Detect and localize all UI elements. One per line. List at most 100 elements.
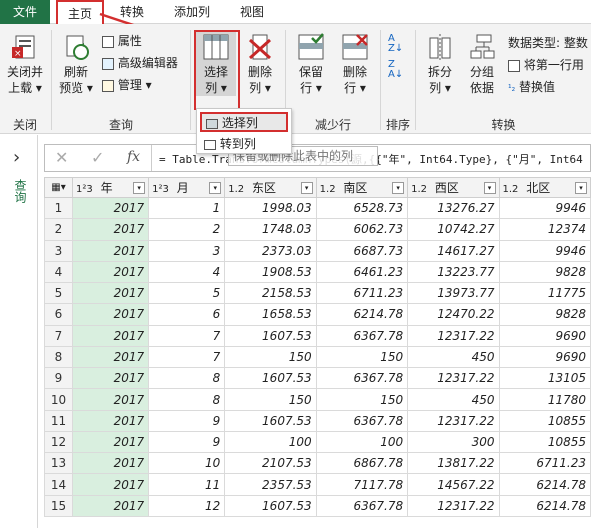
column-type-icon[interactable]: 1²3	[152, 184, 169, 195]
table-menu-icon[interactable]: ▦▾	[44, 177, 73, 198]
table-cell[interactable]: 2017	[71, 430, 150, 454]
table-cell[interactable]: 100	[315, 430, 409, 454]
filter-dropdown-icon[interactable]: ▾	[209, 182, 222, 194]
table-cell[interactable]: 13817.22	[407, 452, 500, 475]
column-header[interactable]: 1.2 东区 ▾	[224, 177, 317, 198]
table-cell[interactable]: 2017	[71, 452, 150, 475]
table-cell[interactable]: 3	[148, 239, 226, 262]
table-cell[interactable]: 2017	[71, 324, 150, 347]
remove-rows-button[interactable]: 删除 行 ▾	[334, 32, 376, 96]
row-number[interactable]: 14	[44, 473, 73, 496]
table-cell[interactable]: 1658.53	[224, 303, 317, 326]
row-number[interactable]: 2	[44, 218, 73, 241]
table-cell[interactable]: 9946	[498, 239, 591, 262]
row-number[interactable]: 5	[44, 282, 73, 305]
table-cell[interactable]: 12	[148, 494, 226, 518]
filter-dropdown-icon[interactable]: ▾	[392, 182, 405, 194]
table-cell[interactable]: 6528.73	[315, 196, 409, 220]
table-cell[interactable]: 12317.22	[407, 409, 500, 432]
table-cell[interactable]: 12470.22	[407, 303, 500, 326]
column-type-icon[interactable]: 1.2	[411, 184, 427, 195]
table-cell[interactable]: 11775	[498, 282, 591, 305]
table-cell[interactable]: 14567.22	[407, 473, 500, 496]
table-cell[interactable]: 8	[148, 367, 226, 390]
column-header[interactable]: 1.2 西区 ▾	[407, 177, 500, 198]
table-cell[interactable]: 13223.77	[407, 260, 500, 284]
table-cell[interactable]: 6687.73	[315, 239, 409, 262]
table-cell[interactable]: 1607.53	[224, 367, 317, 390]
expand-pane-icon[interactable]: ›	[13, 147, 20, 168]
replace-values-button[interactable]: ¹₂ 替换值	[508, 78, 555, 96]
table-cell[interactable]: 2357.53	[224, 473, 317, 496]
row-number[interactable]: 1	[44, 196, 73, 220]
properties-button[interactable]: 属性	[102, 32, 142, 50]
table-cell[interactable]: 6062.73	[315, 218, 409, 241]
column-type-icon[interactable]: 1²3	[76, 184, 93, 195]
table-cell[interactable]: 10	[148, 452, 226, 475]
table-cell[interactable]: 2	[148, 218, 226, 241]
column-header[interactable]: 1.2 南区 ▾	[315, 177, 409, 198]
manage-button[interactable]: 管理 ▾	[102, 76, 152, 94]
row-number[interactable]: 11	[44, 409, 73, 432]
table-cell[interactable]: 6367.78	[315, 324, 409, 347]
table-cell[interactable]: 2017	[71, 345, 150, 369]
table-cell[interactable]: 2017	[71, 367, 150, 390]
column-header[interactable]: 1.2 北区 ▾	[498, 177, 591, 198]
table-cell[interactable]: 2017	[71, 473, 150, 496]
confirm-formula-icon[interactable]: ✓	[91, 148, 104, 167]
table-cell[interactable]: 1607.53	[224, 494, 317, 518]
table-cell[interactable]: 12317.22	[407, 367, 500, 390]
table-cell[interactable]: 6711.23	[498, 452, 591, 475]
table-cell[interactable]: 2158.53	[224, 282, 317, 305]
table-cell[interactable]: 1607.53	[224, 409, 317, 432]
column-type-icon[interactable]: 1.2	[503, 184, 519, 195]
table-cell[interactable]: 2017	[71, 494, 150, 518]
table-cell[interactable]: 9828	[498, 260, 591, 284]
table-cell[interactable]: 10742.27	[407, 218, 500, 241]
table-cell[interactable]: 6367.78	[315, 409, 409, 432]
table-cell[interactable]: 12374	[498, 218, 591, 241]
table-cell[interactable]: 1748.03	[224, 218, 317, 241]
table-cell[interactable]: 7117.78	[315, 473, 409, 496]
table-cell[interactable]: 450	[407, 345, 500, 369]
dropdown-item-choose-columns[interactable]: 选择列	[200, 112, 288, 132]
use-first-row-as-headers-button[interactable]: 将第一行用	[508, 56, 584, 74]
table-cell[interactable]: 6214.78	[498, 494, 591, 518]
sort-ascending-icon[interactable]: A Z↓	[388, 34, 403, 54]
column-header[interactable]: 1²3 年 ▾	[71, 177, 150, 198]
advanced-editor-button[interactable]: 高级编辑器	[102, 54, 178, 72]
keep-rows-button[interactable]: 保留 行 ▾	[290, 32, 332, 96]
row-number[interactable]: 6	[44, 303, 73, 326]
table-cell[interactable]: 6461.23	[315, 260, 409, 284]
table-cell[interactable]: 9690	[498, 324, 591, 347]
filter-dropdown-icon[interactable]: ▾	[133, 182, 146, 194]
table-cell[interactable]: 300	[407, 430, 500, 454]
table-cell[interactable]: 9	[148, 430, 226, 454]
table-cell[interactable]: 7	[148, 324, 226, 347]
table-cell[interactable]: 100	[224, 430, 317, 454]
filter-dropdown-icon[interactable]: ▾	[575, 182, 587, 194]
table-cell[interactable]: 1998.03	[224, 196, 317, 220]
column-type-icon[interactable]: 1.2	[320, 184, 336, 195]
table-cell[interactable]: 1607.53	[224, 324, 317, 347]
table-cell[interactable]: 6711.23	[315, 282, 409, 305]
data-type-dropdown[interactable]: 数据类型: 整数	[508, 34, 588, 52]
filter-dropdown-icon[interactable]: ▾	[483, 182, 496, 194]
row-number[interactable]: 13	[44, 452, 73, 475]
row-number[interactable]: 3	[44, 239, 73, 262]
table-cell[interactable]: 9	[148, 409, 226, 432]
row-number[interactable]: 9	[44, 367, 73, 390]
table-cell[interactable]: 9946	[498, 196, 591, 220]
column-type-icon[interactable]: 1.2	[228, 184, 244, 195]
table-cell[interactable]: 2017	[71, 239, 150, 262]
table-cell[interactable]: 6367.78	[315, 367, 409, 390]
table-cell[interactable]: 2017	[71, 218, 150, 241]
table-cell[interactable]: 11780	[498, 388, 591, 411]
table-cell[interactable]: 2017	[71, 260, 150, 284]
table-cell[interactable]: 10855	[498, 409, 591, 432]
table-cell[interactable]: 2017	[71, 409, 150, 432]
table-cell[interactable]: 2017	[71, 388, 150, 411]
dropdown-item-goto-column[interactable]: 转到列	[202, 135, 256, 153]
table-cell[interactable]: 6214.78	[498, 473, 591, 496]
table-cell[interactable]: 9690	[498, 345, 591, 369]
